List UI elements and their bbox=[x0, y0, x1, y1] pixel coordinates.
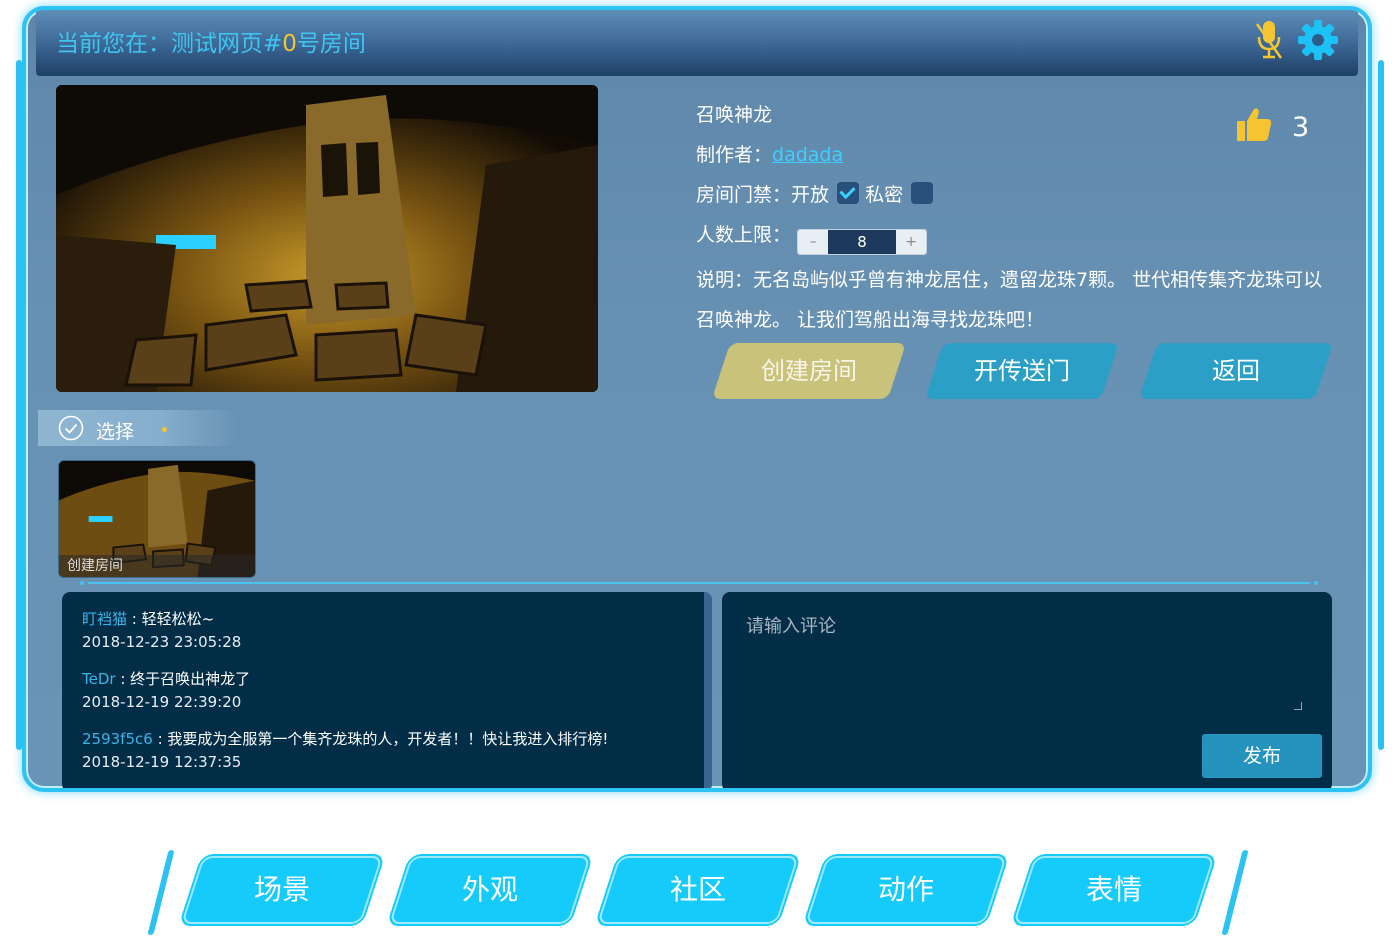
select-dot bbox=[162, 427, 167, 432]
gear-icon[interactable] bbox=[1296, 18, 1340, 62]
like-widget[interactable]: 3 bbox=[1236, 106, 1346, 150]
publish-button[interactable]: 发布 bbox=[1202, 734, 1322, 778]
open-checkbox[interactable] bbox=[837, 182, 860, 204]
decrement-button[interactable]: – bbox=[798, 230, 829, 254]
room-number: 0 bbox=[282, 31, 297, 57]
nav-bracket-left bbox=[147, 850, 175, 935]
comment-editor: 发布 bbox=[722, 592, 1332, 788]
nav-emote-label: 表情 bbox=[1085, 873, 1142, 906]
check-circle-icon bbox=[58, 415, 84, 441]
comment-author[interactable]: 盯裆猫 bbox=[82, 610, 127, 628]
nav-community-button[interactable]: 社区 bbox=[599, 858, 797, 922]
title-prefix: 当前您在：测试网页# bbox=[56, 31, 283, 57]
select-header: 选择 bbox=[38, 410, 238, 446]
nav-scene-button[interactable]: 场景 bbox=[183, 858, 381, 922]
thumbnail-label: 创建房间 bbox=[59, 555, 255, 577]
comment-item: 盯裆猫 : 轻轻松松~ 2018-12-23 23:05:28 bbox=[82, 608, 241, 651]
maker-row: 制作者：dadada bbox=[696, 140, 843, 167]
select-label: 选择 bbox=[96, 421, 135, 443]
nav-action-label: 动作 bbox=[877, 873, 934, 906]
comment-list: 盯裆猫 : 轻轻松松~ 2018-12-23 23:05:28 TeDr : 终… bbox=[62, 592, 712, 788]
nav-appearance-button[interactable]: 外观 bbox=[391, 858, 589, 922]
access-label: 房间门禁： bbox=[696, 184, 792, 206]
mic-muted-icon[interactable] bbox=[1254, 18, 1284, 62]
comment-input[interactable] bbox=[746, 612, 1306, 710]
comment-text: 终于召唤出神龙了 bbox=[130, 670, 251, 688]
maker-link[interactable]: dadada bbox=[772, 144, 843, 166]
private-checkbox[interactable] bbox=[911, 182, 934, 204]
comment-time: 2018-12-19 12:37:35 bbox=[82, 753, 242, 771]
comment-time: 2018-12-19 22:39:20 bbox=[82, 693, 242, 711]
resize-grip-icon[interactable] bbox=[1294, 702, 1302, 710]
nav-community-label: 社区 bbox=[669, 873, 726, 906]
maker-label: 制作者： bbox=[696, 144, 773, 166]
panel-edge-right bbox=[1378, 60, 1384, 750]
nav-appearance-label: 外观 bbox=[461, 873, 518, 906]
comment-separator: : bbox=[115, 670, 131, 688]
private-label: 私密 bbox=[865, 184, 904, 206]
scene-preview-image bbox=[56, 85, 598, 392]
open-portal-button[interactable]: 开传送门 bbox=[924, 343, 1120, 399]
title-suffix: 号房间 bbox=[296, 31, 366, 57]
comment-scrollbar[interactable] bbox=[704, 592, 712, 788]
open-portal-label: 开传送门 bbox=[974, 357, 1070, 385]
limit-row: 人数上限： – 8 + bbox=[696, 220, 928, 255]
comment-item: 2593f5c6 : 我要成为全服第一个集齐龙珠的人，开发者！！快让我进入排行榜… bbox=[82, 728, 608, 771]
player-limit-stepper: – 8 + bbox=[797, 229, 928, 255]
comment-author[interactable]: 2593f5c6 bbox=[82, 730, 153, 748]
increment-button[interactable]: + bbox=[896, 230, 927, 254]
open-label: 开放 bbox=[791, 184, 830, 206]
comment-separator: : bbox=[152, 730, 168, 748]
create-room-button[interactable]: 创建房间 bbox=[711, 343, 907, 399]
comment-item: TeDr : 终于召唤出神龙了 2018-12-19 22:39:20 bbox=[82, 668, 250, 711]
access-row: 房间门禁：开放 私密 bbox=[696, 180, 934, 207]
section-divider bbox=[80, 581, 1318, 585]
create-room-label: 创建房间 bbox=[761, 357, 857, 385]
comment-separator: : bbox=[127, 610, 142, 628]
page-title: 当前您在：测试网页#0号房间 bbox=[56, 24, 366, 58]
nav-scene-label: 场景 bbox=[253, 873, 310, 906]
limit-value[interactable]: 8 bbox=[828, 230, 896, 254]
scene-description: 说明：无名岛屿似乎曾有神龙居住，遗留龙珠7颗。 世代相传集齐龙珠可以召唤神龙。 … bbox=[696, 269, 1323, 331]
back-button[interactable]: 返回 bbox=[1138, 343, 1334, 399]
comment-time: 2018-12-23 23:05:28 bbox=[82, 633, 242, 651]
nav-action-button[interactable]: 动作 bbox=[807, 858, 1005, 922]
nav-emote-button[interactable]: 表情 bbox=[1015, 858, 1213, 922]
back-label: 返回 bbox=[1212, 357, 1260, 385]
thumbs-up-icon[interactable] bbox=[1236, 106, 1272, 142]
limit-label: 人数上限： bbox=[696, 224, 792, 246]
comment-author[interactable]: TeDr bbox=[82, 670, 116, 688]
comment-text: 轻轻松松~ bbox=[141, 610, 215, 628]
room-panel: 当前您在：测试网页#0号房间 召唤神龙 制作者：dadada 房间门禁：开放 私… bbox=[22, 6, 1372, 792]
scene-name: 召唤神龙 bbox=[696, 104, 773, 126]
scene-thumbnail[interactable]: 创建房间 bbox=[58, 460, 256, 578]
like-count: 3 bbox=[1292, 112, 1310, 143]
nav-bracket-right bbox=[1221, 850, 1249, 935]
header-bar: 当前您在：测试网页#0号房间 bbox=[36, 10, 1358, 76]
comment-text: 我要成为全服第一个集齐龙珠的人，开发者！！快让我进入排行榜! bbox=[167, 730, 609, 748]
